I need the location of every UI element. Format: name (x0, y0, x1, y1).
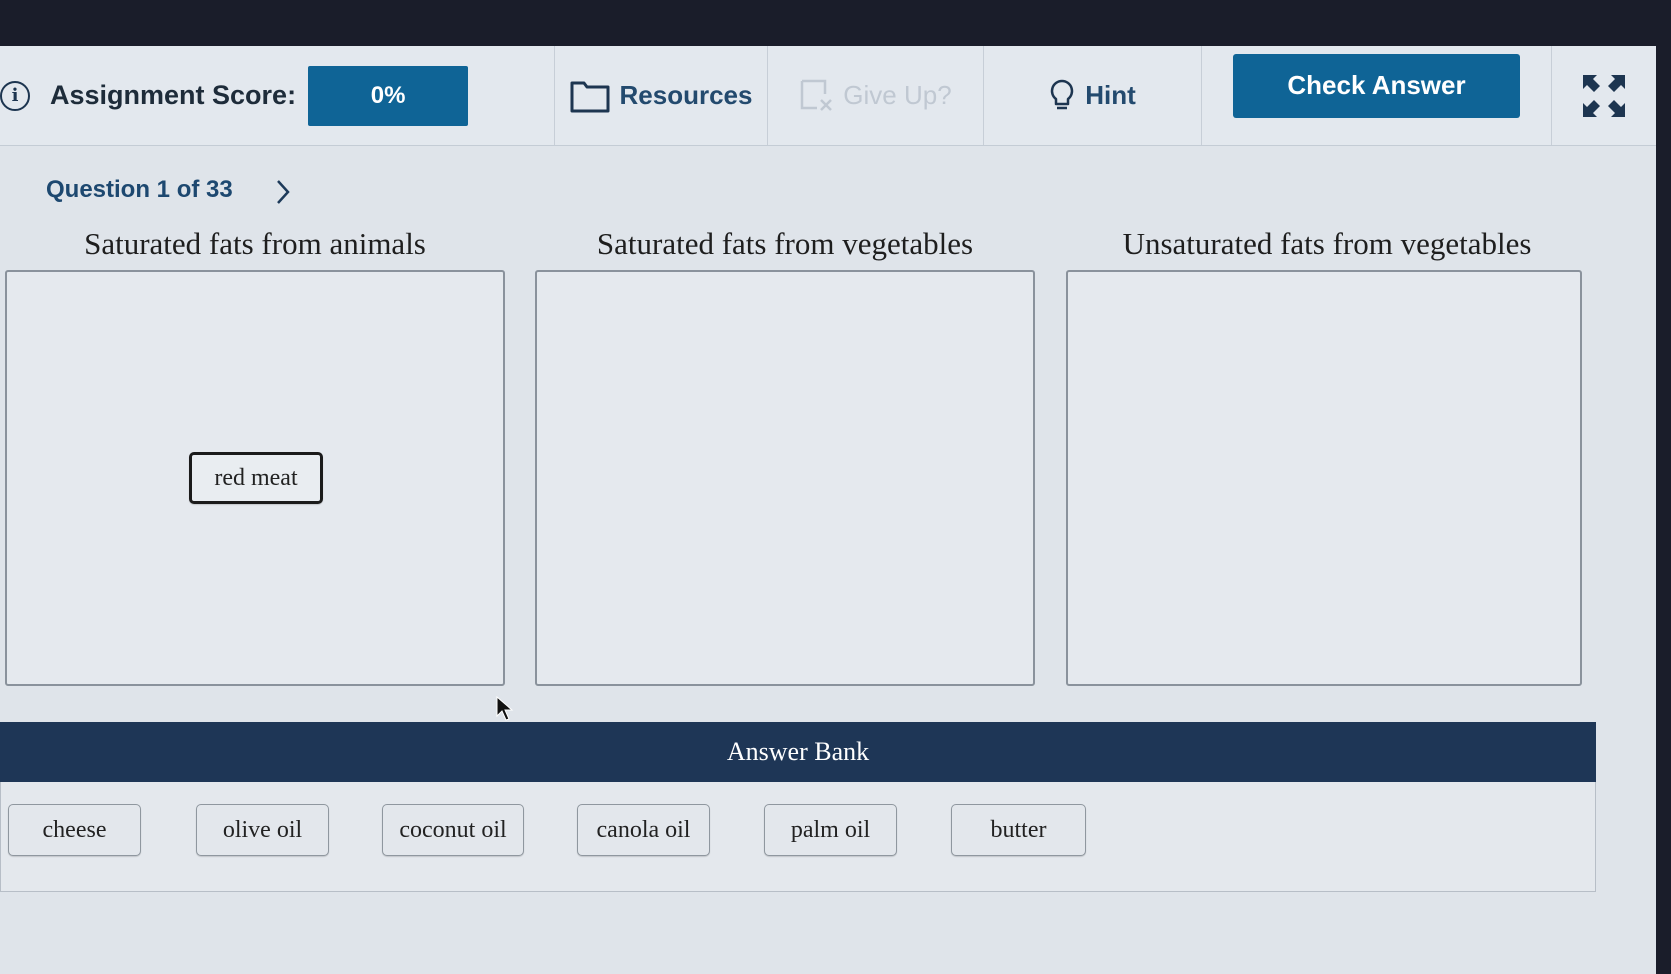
fullscreen-button[interactable] (1552, 46, 1656, 145)
info-icon[interactable]: i (0, 80, 30, 111)
category-title-saturated-vegetables: Saturated fats from vegetables (596, 226, 974, 261)
hint-button[interactable]: Hint (984, 46, 1202, 145)
answer-chip-olive-oil[interactable]: olive oil (196, 804, 329, 856)
chevron-right-icon[interactable] (273, 178, 293, 206)
resources-label: Resources (619, 80, 753, 110)
assignment-screen: i Assignment Score: 0% Resources Give Up… (0, 46, 1656, 974)
resources-button[interactable]: Resources (555, 46, 768, 145)
category-title-unsaturated-vegetables: Unsaturated fats from vegetables (1122, 226, 1532, 261)
assignment-score-value: 0% (308, 65, 469, 126)
answer-chip-coconut-oil[interactable]: coconut oil (382, 804, 524, 856)
mouse-cursor-icon (496, 696, 514, 721)
drop-zone-unsaturated-vegetables[interactable] (1066, 270, 1582, 686)
hint-label: Hint (1085, 80, 1136, 110)
answer-bank-header: Answer Bank (0, 722, 1596, 782)
check-answer-section: Check Answer (1202, 46, 1552, 145)
fullscreen-icon (1583, 74, 1625, 117)
answer-chip-red-meat[interactable]: red meat (189, 452, 323, 504)
give-up-button[interactable]: Give Up? (768, 46, 984, 145)
question-counter[interactable]: Question 1 of 33 (46, 176, 233, 204)
check-answer-button[interactable]: Check Answer (1233, 53, 1520, 118)
category-title-saturated-animals: Saturated fats from animals (84, 226, 426, 261)
assignment-score-label: Assignment Score: (50, 80, 297, 110)
assignment-score-section: i Assignment Score: 0% (0, 46, 555, 145)
folder-icon (570, 81, 610, 112)
answer-chip-canola-oil[interactable]: canola oil (577, 804, 710, 856)
give-up-icon (801, 79, 833, 111)
answer-chip-palm-oil[interactable]: palm oil (764, 804, 897, 856)
answer-chip-butter[interactable]: butter (951, 804, 1086, 856)
answer-chip-cheese[interactable]: cheese (8, 804, 141, 856)
drop-zone-saturated-animals[interactable]: red meat (5, 270, 505, 686)
answer-bank: cheese olive oil coconut oil canola oil … (0, 782, 1596, 892)
lightbulb-icon (1050, 79, 1074, 109)
drop-zone-saturated-vegetables[interactable] (535, 270, 1035, 686)
give-up-label: Give Up? (843, 80, 952, 110)
toolbar: i Assignment Score: 0% Resources Give Up… (0, 46, 1656, 146)
